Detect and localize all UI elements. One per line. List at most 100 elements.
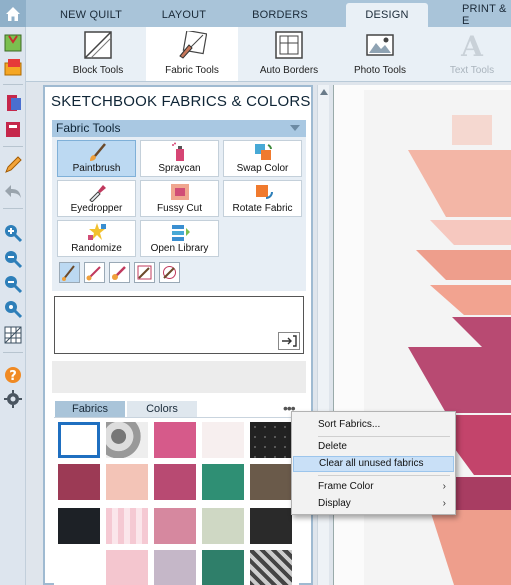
text-tools-button[interactable]: A Text Tools (430, 27, 511, 81)
context-menu: Sort Fabrics... Delete Clear all unused … (291, 411, 456, 515)
open-library-icon (171, 225, 190, 241)
auto-borders-label: Auto Borders (259, 65, 319, 76)
tab-new-quilt[interactable]: NEW QUILT (40, 3, 142, 27)
rotate-fabric-tool[interactable]: Rotate Fabric (223, 180, 302, 217)
randomize-tool[interactable]: Randomize (57, 220, 136, 257)
fabric-tools-button[interactable]: Fabric Tools (146, 27, 238, 81)
home-button[interactable] (0, 0, 26, 27)
open-library-tool[interactable]: Open Library (140, 220, 219, 257)
fabric-swatch[interactable] (106, 508, 148, 544)
menu-item-clear-unused[interactable]: Clear all unused fabrics (293, 456, 454, 472)
zoom-in-icon[interactable] (3, 223, 23, 243)
gear-icon[interactable] (3, 389, 23, 409)
sketchbook-panel: SKETCHBOOK FABRICS & COLORS Fabric Tools… (43, 85, 313, 585)
brush-mode-4-button[interactable] (134, 262, 155, 283)
zoom-actual-icon[interactable] (3, 299, 23, 319)
undo-icon[interactable] (3, 181, 23, 201)
brush-mode-5-button[interactable] (159, 262, 180, 283)
brush-circle-icon (163, 266, 176, 279)
menu-item-label: Frame Color (318, 481, 374, 492)
fabric-swatch[interactable] (202, 464, 244, 500)
fabric-swatch[interactable] (250, 422, 292, 458)
spraycan-tool[interactable]: Spraycan (140, 140, 219, 177)
brush-mode-2-button[interactable] (84, 262, 105, 283)
menu-item-frame-color[interactable]: Frame Color › (293, 479, 454, 495)
swap-color-tool[interactable]: Swap Color (223, 140, 302, 177)
randomize-label: Randomize (71, 243, 122, 254)
scroll-up-icon[interactable] (320, 89, 328, 95)
brush-mode-3-button[interactable] (109, 262, 130, 283)
eyedropper-tool[interactable]: Eyedropper (57, 180, 136, 217)
zoom-fit-icon[interactable] (3, 274, 23, 294)
auto-borders-icon (275, 31, 303, 59)
menu-item-display[interactable]: Display › (293, 496, 454, 512)
tab-colors[interactable]: Colors (127, 401, 197, 417)
photo-tools-button[interactable]: Photo Tools (338, 27, 422, 81)
auto-borders-button[interactable]: Auto Borders (244, 27, 334, 81)
tab-fabrics[interactable]: Fabrics (55, 401, 125, 417)
svg-text:A: A (460, 31, 484, 59)
tab-design[interactable]: DESIGN (346, 3, 428, 27)
fabric-preview (54, 296, 304, 354)
zoom-out-icon[interactable] (3, 249, 23, 269)
tab-borders[interactable]: BORDERS (226, 3, 334, 27)
fabric-swatch[interactable] (250, 464, 292, 500)
fabric-tools-icon (179, 31, 207, 59)
fabric-swatch[interactable] (106, 422, 148, 458)
fabrics-colors-tabs: Fabrics Colors (55, 401, 305, 417)
fabric-swatch[interactable] (202, 508, 244, 544)
fabric-tools-header[interactable]: Fabric Tools (52, 120, 306, 137)
brush-block-icon (137, 265, 152, 280)
fabric-swatch[interactable] (250, 550, 292, 585)
left-toolbar: ? (0, 27, 26, 585)
menu-item-delete[interactable]: Delete (293, 439, 454, 455)
tab-layout[interactable]: LAYOUT (142, 3, 226, 27)
tab-print[interactable]: PRINT & E (446, 3, 511, 27)
fabric-swatch[interactable] (58, 550, 100, 585)
eyedropper-icon (88, 185, 106, 202)
swap-color-icon (254, 144, 272, 160)
fabric-swatch[interactable] (58, 464, 100, 500)
library-icon[interactable] (3, 119, 23, 139)
fabric-swatch[interactable] (106, 550, 148, 585)
apply-button[interactable] (278, 332, 300, 350)
fussy-cut-tool[interactable]: Fussy Cut (140, 180, 219, 217)
fabric-swatch[interactable] (154, 550, 196, 585)
fabric-swatch[interactable] (202, 550, 244, 585)
pencil-icon[interactable] (3, 155, 23, 175)
brush-mode-1-button[interactable] (59, 262, 80, 283)
fabric-swatch[interactable] (250, 508, 292, 544)
fabric-swatch[interactable] (58, 422, 100, 458)
fabric-tools-header-label: Fabric Tools (56, 121, 121, 135)
fabric-tools-body: Paintbrush Spraycan Swap Color Eyedroppe… (52, 137, 306, 291)
fabric-swatch[interactable] (154, 422, 196, 458)
menu-tab-bar: NEW QUILT LAYOUT BORDERS DESIGN PRINT & … (0, 0, 511, 27)
help-icon[interactable]: ? (3, 365, 23, 385)
home-icon (6, 6, 20, 21)
block-tools-button[interactable]: Block Tools (54, 27, 142, 81)
fabric-swatch[interactable] (58, 508, 100, 544)
fabric-swatch[interactable] (202, 422, 244, 458)
menu-item-sort-fabrics[interactable]: Sort Fabrics... (293, 417, 454, 433)
swap-color-label: Swap Color (236, 163, 289, 174)
toolbar-divider (3, 84, 23, 85)
new-block-icon[interactable] (3, 33, 23, 53)
open-project-icon[interactable] (3, 57, 23, 77)
grid-icon[interactable] (3, 325, 23, 345)
collapse-caret-icon[interactable] (290, 125, 300, 131)
fabric-swatch[interactable] (106, 464, 148, 500)
spraycan-icon (171, 142, 184, 161)
photo-tools-icon (366, 34, 394, 56)
menu-separator (318, 436, 450, 437)
fabric-swatch[interactable] (154, 464, 196, 500)
brush-small-icon (62, 265, 75, 281)
eyedropper-label: Eyedropper (70, 203, 123, 214)
library-add-icon[interactable] (3, 93, 23, 113)
svg-text:?: ? (9, 369, 17, 384)
fabric-swatch[interactable] (154, 508, 196, 544)
menu-item-label: Sort Fabrics... (318, 419, 381, 430)
text-tools-label: Text Tools (449, 65, 495, 76)
block-tools-label: Block Tools (72, 65, 124, 76)
submenu-arrow-icon: › (442, 481, 446, 492)
paintbrush-tool[interactable]: Paintbrush (57, 140, 136, 177)
